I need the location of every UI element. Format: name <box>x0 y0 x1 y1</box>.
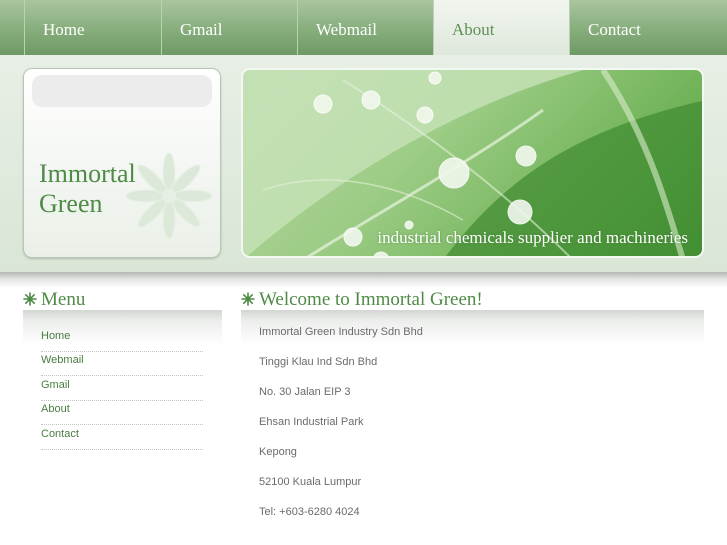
logo-text: Immortal Green <box>39 159 136 219</box>
address-area: Kepong <box>259 446 297 458</box>
menu-item-about[interactable]: About <box>41 400 203 425</box>
sparkle-icon <box>241 292 255 306</box>
company-name: Immortal Green Industry Sdn Bhd <box>259 326 423 338</box>
content-heading: Welcome to Immortal Green! <box>241 289 704 317</box>
nav-about[interactable]: About <box>433 0 569 55</box>
telephone: Tel: +603-6280 4024 <box>259 506 360 518</box>
logo-highlight <box>32 75 212 107</box>
menu-item-contact[interactable]: Contact <box>41 425 203 450</box>
nav-home[interactable]: Home <box>24 0 161 55</box>
address-park: Ehsan Industrial Park <box>259 416 364 428</box>
logo-line-2: Green <box>39 189 103 218</box>
company-name-secondary: Tinggi Klau Ind Sdn Bhd <box>259 356 378 368</box>
nav-gmail[interactable]: Gmail <box>161 0 297 55</box>
menu-title: Menu <box>41 289 86 310</box>
address-street: No. 30 Jalan EIP 3 <box>259 386 351 398</box>
nav-webmail[interactable]: Webmail <box>297 0 433 55</box>
address-city: 52100 Kuala Lumpur <box>259 476 362 488</box>
sparkle-icon <box>23 292 37 306</box>
page-title: Welcome to Immortal Green! <box>259 289 483 310</box>
menu-item-gmail[interactable]: Gmail <box>41 376 203 401</box>
menu-heading: Menu <box>23 289 223 317</box>
flower-icon <box>125 152 213 240</box>
logo-box[interactable]: Immortal Green <box>23 68 221 258</box>
nav-contact[interactable]: Contact <box>569 0 727 55</box>
menu-item-home[interactable]: Home <box>41 327 203 352</box>
header-divider <box>0 272 727 288</box>
banner-caption: industrial chemicals supplier and machin… <box>377 228 688 247</box>
menu-item-webmail[interactable]: Webmail <box>41 351 203 376</box>
logo-line-1: Immortal <box>39 159 136 188</box>
banner-image: industrial chemicals supplier and machin… <box>241 68 704 258</box>
top-navigation: Home Gmail Webmail About Contact <box>0 0 727 55</box>
